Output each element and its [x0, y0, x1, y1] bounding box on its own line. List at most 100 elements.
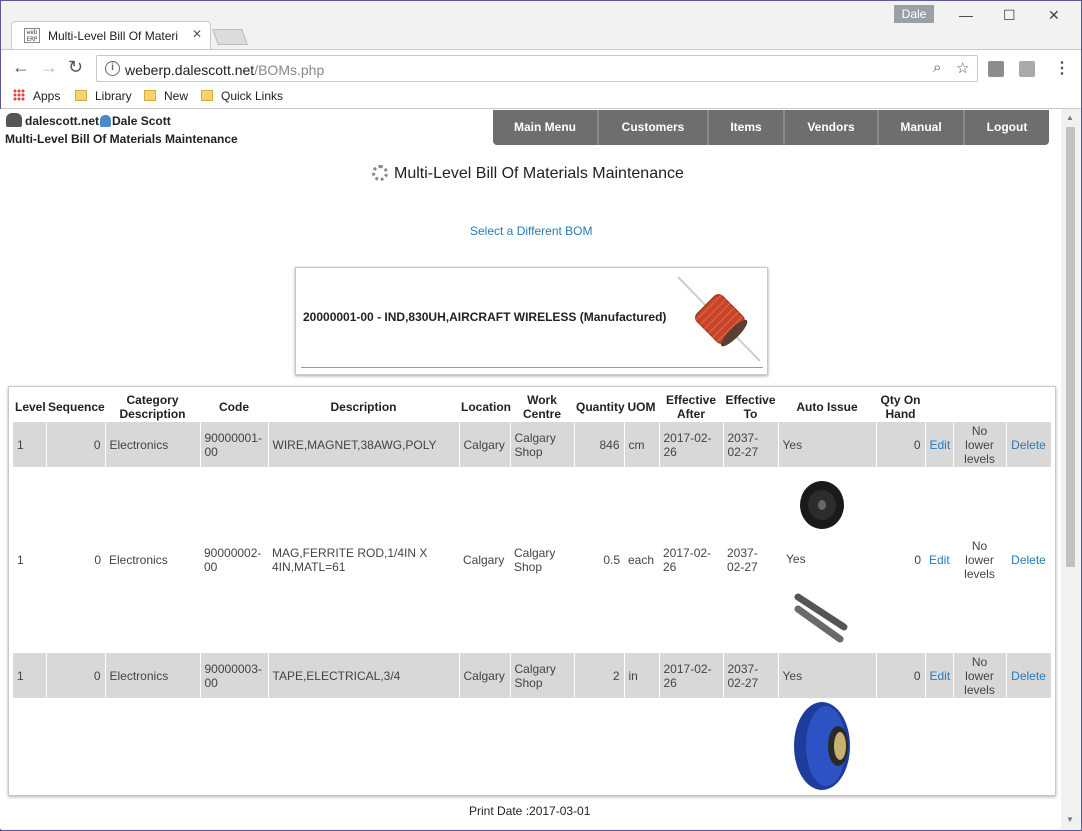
nav-manual[interactable]: Manual — [879, 110, 965, 145]
title-bar: web ERP Multi-Level Bill Of Materi ✕ Dal… — [1, 1, 1081, 49]
scroll-up-icon[interactable]: ▲ — [1066, 113, 1074, 122]
forward-arrow-icon[interactable]: → — [40, 58, 58, 76]
cell-delete: Delete — [1006, 467, 1051, 653]
back-arrow-icon[interactable]: ← — [12, 58, 30, 76]
cell-lower-levels: No lower levels — [953, 467, 1006, 653]
cell-auto-issue: Yes — [778, 467, 876, 653]
bookmark-label: Library — [95, 89, 132, 103]
wire-spool-image — [800, 481, 844, 529]
print-date: Print Date :2017-03-01 — [469, 804, 591, 818]
cell-effective-to: 2037-02-27 — [723, 653, 779, 698]
scroll-down-icon[interactable]: ▼ — [1066, 815, 1074, 824]
edit-link[interactable]: Edit — [930, 669, 951, 683]
browser-menu-icon[interactable]: ⋮ — [1054, 58, 1070, 78]
delete-link[interactable]: Delete — [1011, 553, 1046, 567]
page-heading: Multi-Level Bill Of Materials Maintenanc… — [5, 132, 238, 146]
nav-logout[interactable]: Logout — [965, 110, 1049, 145]
bom-table: Level Sequence Category Description Code… — [13, 392, 1052, 795]
extension-icon[interactable] — [988, 61, 1004, 77]
minimize-icon[interactable]: — — [959, 7, 973, 23]
cell-category: Electronics — [105, 653, 201, 698]
bookmark-apps[interactable]: Apps — [13, 89, 60, 103]
bookmark-new[interactable]: New — [144, 89, 188, 103]
edit-link[interactable]: Edit — [930, 438, 951, 452]
gear-icon — [372, 165, 388, 181]
bookmark-library[interactable]: Library — [75, 89, 132, 103]
cell-uom: cm — [624, 422, 660, 467]
maximize-icon[interactable]: ☐ — [1003, 7, 1016, 24]
weberp-favicon-icon: web ERP — [24, 28, 40, 43]
nav-main-menu[interactable]: Main Menu — [493, 110, 599, 145]
col-header: Quantity — [576, 400, 625, 414]
col-header: Auto Issue — [796, 400, 858, 414]
reload-icon[interactable]: ↻ — [68, 58, 83, 76]
cell-delete: Delete — [1006, 422, 1052, 467]
browser-tab[interactable]: web ERP Multi-Level Bill Of Materi ✕ — [11, 21, 211, 49]
close-window-icon[interactable]: ✕ — [1048, 7, 1060, 24]
cell-effective-to: 2037-02-27 — [723, 467, 778, 653]
folder-icon — [144, 90, 156, 101]
bookmark-star-icon[interactable]: ☆ — [956, 59, 969, 77]
extension-2-icon[interactable] — [1019, 61, 1035, 77]
cell-work-centre: Calgary Shop — [510, 653, 575, 698]
main-nav: Main Menu Customers Items Vendors Manual… — [493, 110, 1049, 145]
cell-edit: Edit — [925, 422, 954, 467]
col-header: Location — [461, 400, 511, 414]
address-bar[interactable]: i weberp.dalescott.net/BOMs.php ⌕ ☆ — [96, 55, 978, 82]
electrical-tape-image — [794, 702, 850, 790]
cell-effective-after: 2017-02-26 — [659, 422, 724, 467]
bom-table-container: Level Sequence Category Description Code… — [8, 386, 1056, 796]
cell-uom: each — [624, 467, 659, 653]
scroll-thumb[interactable] — [1066, 127, 1075, 567]
url-path: /BOMs.php — [254, 62, 325, 78]
cell-code: 90000003-00 — [200, 653, 269, 698]
site-info-icon[interactable]: i — [105, 61, 120, 76]
cell-level: 1 — [13, 653, 47, 698]
bookmarks-bar: Apps Library New Quick Links — [1, 87, 1081, 109]
new-tab-button[interactable] — [212, 29, 248, 45]
delete-link[interactable]: Delete — [1011, 438, 1046, 452]
cell-location: Calgary — [459, 467, 510, 653]
close-tab-icon[interactable]: ✕ — [192, 27, 202, 41]
col-header: Effective After — [665, 393, 717, 421]
ferrite-rods-image — [794, 593, 848, 643]
col-header — [925, 392, 953, 422]
nav-items[interactable]: Items — [709, 110, 785, 145]
cell-description: TAPE,ELECTRICAL,3/4 — [268, 653, 460, 698]
card-divider — [301, 367, 763, 368]
cell-lower-levels: No lower levels — [953, 422, 1007, 467]
col-header: Category Description — [119, 393, 186, 421]
folder-icon — [75, 90, 87, 101]
company-logo-icon — [6, 113, 22, 127]
delete-link[interactable]: Delete — [1011, 669, 1046, 683]
col-header: Effective To — [725, 393, 776, 421]
url-text[interactable]: weberp.dalescott.net/BOMs.php — [125, 62, 324, 78]
edit-link[interactable]: Edit — [929, 553, 950, 567]
table-row: 1 0 Electronics 90000001-00 WIRE,MAGNET,… — [13, 422, 1052, 467]
cell-qty-on-hand: 0 — [876, 653, 926, 698]
nav-customers[interactable]: Customers — [599, 110, 709, 145]
col-header — [953, 392, 1006, 422]
cell-effective-after: 2017-02-26 — [659, 467, 723, 653]
profile-badge[interactable]: Dale — [894, 5, 934, 23]
cell-qty-on-hand: 0 — [876, 467, 925, 653]
page-scrollbar[interactable]: ▲ ▼ — [1061, 109, 1080, 829]
user-name[interactable]: Dale Scott — [112, 114, 171, 128]
zoom-icon[interactable]: ⌕ — [933, 59, 941, 76]
col-header: Description — [330, 400, 397, 414]
cell-delete: Delete — [1006, 653, 1052, 698]
select-different-bom-link[interactable]: Select a Different BOM — [470, 224, 593, 238]
address-toolbar: ← → ↻ i weberp.dalescott.net/BOMs.php ⌕ … — [1, 49, 1081, 87]
cell-work-centre: Calgary Shop — [510, 422, 575, 467]
cell-auto-issue: Yes — [778, 653, 877, 698]
web-page: dalescott.net Dale Scott Multi-Level Bill… — [0, 109, 1061, 829]
cell-sequence: 0 — [46, 467, 105, 653]
cell-quantity: 846 — [574, 422, 625, 467]
bookmark-label: Quick Links — [221, 89, 284, 103]
bom-item-title: 20000001-00 - IND,830UH,AIRCRAFT WIRELES… — [303, 310, 667, 324]
nav-vendors[interactable]: Vendors — [785, 110, 879, 145]
cell-location: Calgary — [459, 422, 511, 467]
col-header: Code — [219, 400, 249, 414]
bookmark-quick-links[interactable]: Quick Links — [201, 89, 283, 103]
col-header: Work Centre — [522, 393, 561, 421]
